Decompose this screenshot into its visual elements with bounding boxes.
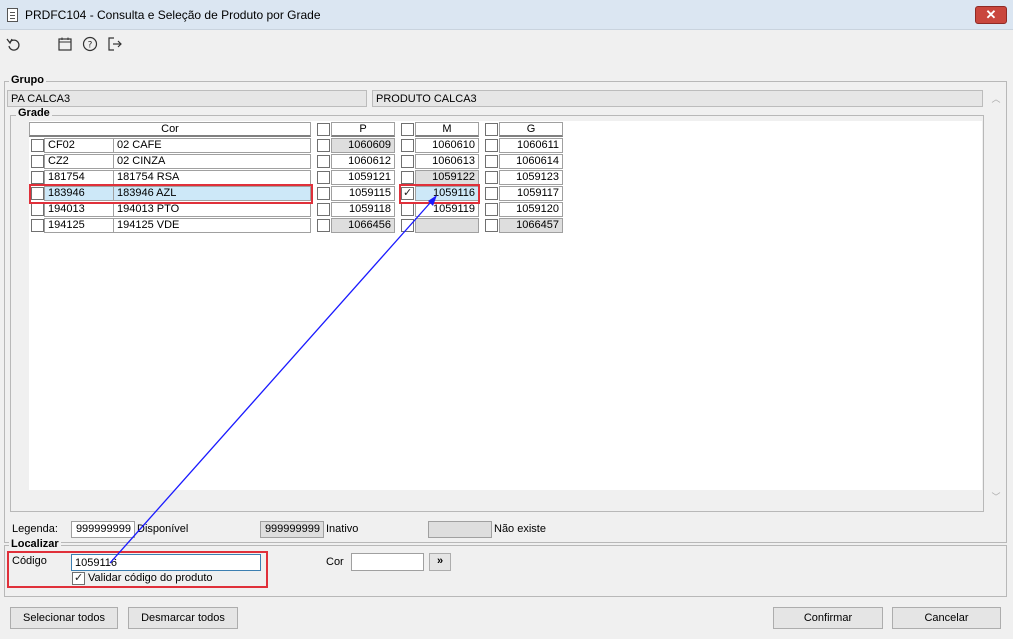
arrow-line <box>109 202 431 564</box>
annotation-arrow <box>109 195 437 564</box>
